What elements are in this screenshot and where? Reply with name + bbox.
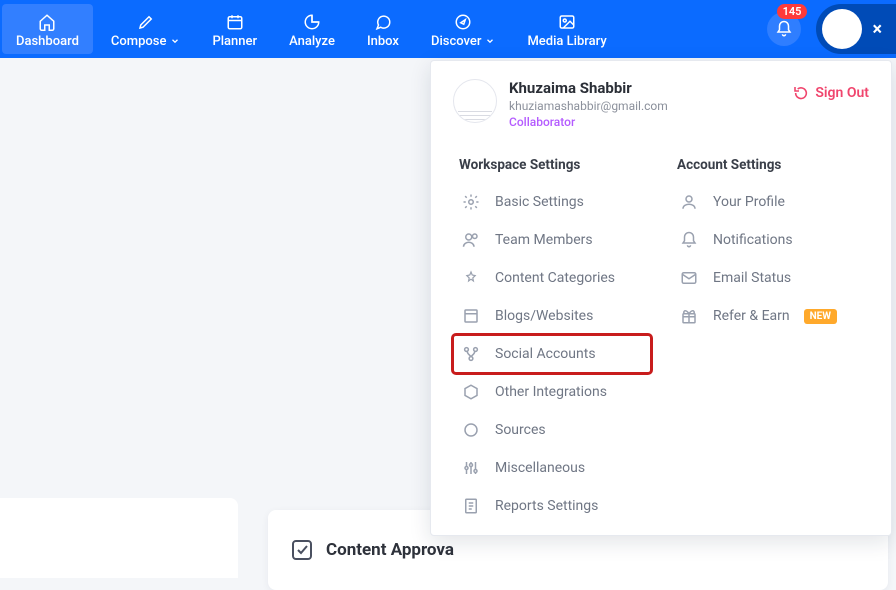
user-dropdown-panel: Khuzaima Shabbir khuziamashabbir@gmail.c… xyxy=(430,60,892,536)
nav-label: Compose xyxy=(111,34,167,49)
file-icon xyxy=(461,496,481,516)
menu-team-members[interactable]: Team Members xyxy=(453,221,651,259)
image-icon xyxy=(557,12,577,32)
nav-media-library[interactable]: Media Library xyxy=(513,4,620,54)
home-icon xyxy=(37,12,57,32)
nav-label: Inbox xyxy=(367,34,399,49)
avatar xyxy=(453,79,497,123)
menu-basic-settings[interactable]: Basic Settings xyxy=(453,183,651,221)
menu-label: Blogs/Websites xyxy=(495,308,593,324)
user-email: khuziamashabbir@gmail.com xyxy=(509,99,793,113)
nav-planner[interactable]: Planner xyxy=(198,4,271,54)
user-role: Collaborator xyxy=(509,115,793,129)
chat-icon xyxy=(373,12,393,32)
user-name: Khuzaima Shabbir xyxy=(509,79,793,97)
nav-label: Discover xyxy=(431,34,481,49)
compass-icon xyxy=(453,12,473,32)
menu-blogs-websites[interactable]: Blogs/Websites xyxy=(453,297,651,335)
user-icon xyxy=(679,192,699,212)
menu-label: Your Profile xyxy=(713,194,785,210)
mail-icon xyxy=(679,268,699,288)
nav-label: Planner xyxy=(212,34,257,49)
menu-social-accounts[interactable]: Social Accounts xyxy=(453,335,651,373)
pie-icon xyxy=(302,12,322,32)
menu-label: Social Accounts xyxy=(495,346,596,362)
nav-inbox[interactable]: Inbox xyxy=(353,4,413,54)
menu-label: Basic Settings xyxy=(495,194,584,210)
branch-icon xyxy=(461,344,481,364)
check-square-icon xyxy=(290,538,314,562)
menu-sources[interactable]: Sources xyxy=(453,411,651,449)
calendar-icon xyxy=(225,12,245,32)
menu-reports-settings[interactable]: Reports Settings xyxy=(453,487,651,525)
column-title: Workspace Settings xyxy=(459,157,651,173)
users-icon xyxy=(461,230,481,250)
panel-header: Khuzaima Shabbir khuziamashabbir@gmail.c… xyxy=(431,61,891,141)
gift-icon xyxy=(679,306,699,326)
sign-out-button[interactable]: Sign Out xyxy=(793,85,869,101)
notification-badge: 145 xyxy=(777,4,808,19)
chevron-down-icon xyxy=(485,36,495,46)
avatar xyxy=(822,9,862,49)
gear-icon xyxy=(461,192,481,212)
menu-label: Refer & Earn xyxy=(713,308,790,324)
tag-icon xyxy=(461,268,481,288)
account-settings-column: Account Settings Your Profile Notificati… xyxy=(671,151,869,525)
sliders-icon xyxy=(461,458,481,478)
nav-compose[interactable]: Compose xyxy=(97,4,195,54)
menu-label: Other Integrations xyxy=(495,384,607,400)
menu-label: Sources xyxy=(495,422,546,438)
menu-label: Notifications xyxy=(713,232,793,248)
nav-dashboard[interactable]: Dashboard xyxy=(2,4,93,54)
menu-your-profile[interactable]: Your Profile xyxy=(671,183,869,221)
layout-icon xyxy=(461,306,481,326)
workspace-settings-column: Workspace Settings Basic Settings Team M… xyxy=(453,151,651,525)
menu-other-integrations[interactable]: Other Integrations xyxy=(453,373,651,411)
card-title: Content Approva xyxy=(326,540,454,560)
top-nav: Dashboard Compose Planner Analyze Inbox xyxy=(0,0,896,58)
signout-icon xyxy=(793,85,809,101)
nav-discover[interactable]: Discover xyxy=(417,4,509,54)
hexagon-icon xyxy=(461,382,481,402)
menu-miscellaneous[interactable]: Miscellaneous xyxy=(453,449,651,487)
nav-label: Media Library xyxy=(527,34,606,49)
menu-content-categories[interactable]: Content Categories xyxy=(453,259,651,297)
side-card xyxy=(0,498,238,578)
bell-icon xyxy=(775,20,793,38)
new-badge: NEW xyxy=(804,309,837,324)
nav-analyze[interactable]: Analyze xyxy=(275,4,349,54)
circle-icon xyxy=(461,420,481,440)
user-menu[interactable]: × xyxy=(816,4,896,54)
menu-label: Miscellaneous xyxy=(495,460,585,476)
menu-label: Email Status xyxy=(713,270,791,286)
column-title: Account Settings xyxy=(677,157,869,173)
menu-refer-earn[interactable]: Refer & Earn NEW xyxy=(671,297,869,335)
bell-icon xyxy=(679,230,699,250)
menu-label: Content Categories xyxy=(495,270,615,286)
menu-notifications[interactable]: Notifications xyxy=(671,221,869,259)
nav-label: Analyze xyxy=(289,34,335,49)
chevron-down-icon xyxy=(170,36,180,46)
pencil-icon xyxy=(136,12,156,32)
notifications-button[interactable]: 145 xyxy=(756,0,812,58)
menu-email-status[interactable]: Email Status xyxy=(671,259,869,297)
menu-label: Reports Settings xyxy=(495,498,598,514)
close-icon[interactable]: × xyxy=(872,19,882,40)
nav-label: Dashboard xyxy=(16,34,79,49)
menu-label: Team Members xyxy=(495,232,593,248)
signout-label: Sign Out xyxy=(815,85,869,101)
